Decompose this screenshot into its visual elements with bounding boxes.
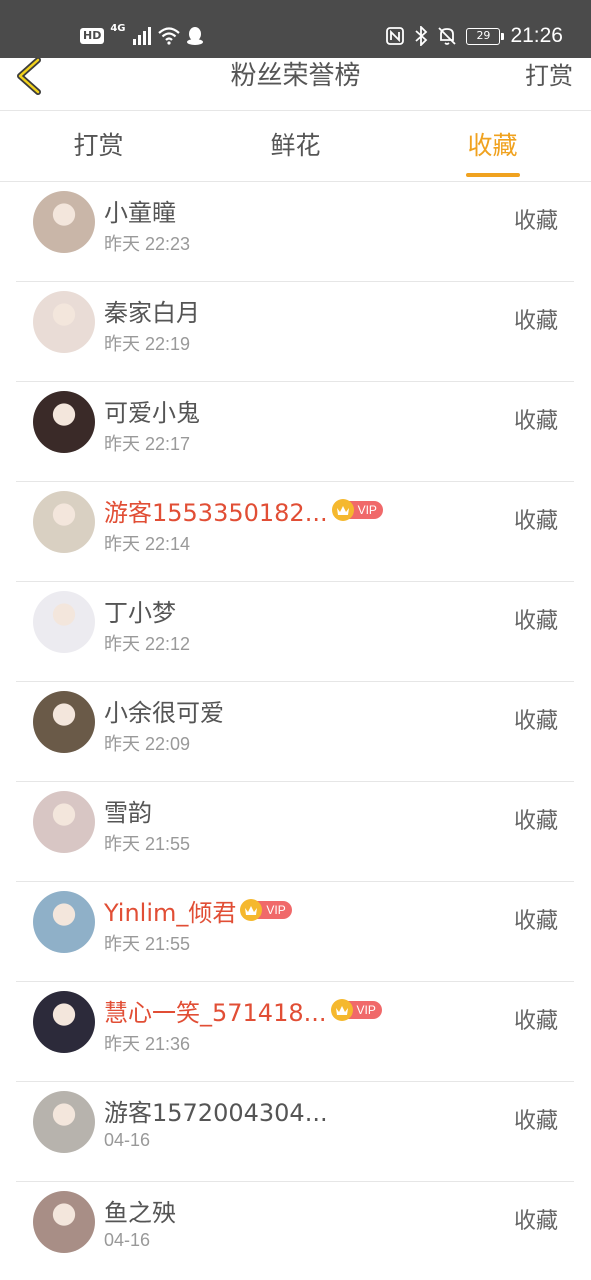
user-name: 雪韵 — [104, 798, 152, 827]
favorite-time: 04-16 — [104, 1130, 151, 1150]
avatar[interactable] — [33, 591, 95, 653]
favorite-time: 04-16 — [104, 1230, 151, 1250]
bluetooth-icon — [415, 26, 428, 46]
status-left-icons: HD 4G — [80, 22, 204, 50]
tab-label: 打赏 — [73, 131, 124, 160]
name-line: 可爱小鬼 — [104, 394, 200, 427]
vip-badge: VIP — [331, 499, 383, 521]
favorite-time: 昨天 22:09 — [104, 734, 191, 754]
favorite-status-label: 收藏 — [513, 809, 558, 834]
avatar[interactable] — [33, 391, 95, 453]
favorite-time: 昨天 22:19 — [104, 334, 191, 354]
list-item[interactable]: 雪韵昨天 21:55 收藏 — [16, 782, 574, 882]
user-name: 小余很可爱 — [104, 698, 224, 727]
crown-icon — [331, 499, 354, 521]
favorite-time: 昨天 22:12 — [104, 634, 191, 654]
avatar[interactable] — [33, 691, 95, 753]
favorite-status-label: 收藏 — [513, 1009, 558, 1034]
name-line: 游客1553350182... VIP — [104, 494, 383, 527]
tab-favorites[interactable]: 收藏 — [394, 111, 591, 181]
user-name: 慧心一笑_571418... — [104, 998, 327, 1027]
favorite-status-label: 收藏 — [513, 209, 558, 234]
list-item[interactable]: 游客1553350182... VIP 昨天 22:14 收藏 — [16, 482, 574, 582]
favorite-time: 昨天 22:17 — [104, 434, 191, 454]
name-line: 秦家白月 — [104, 294, 200, 327]
list-item[interactable]: 可爱小鬼昨天 22:17 收藏 — [16, 382, 574, 482]
user-name: 可爱小鬼 — [104, 398, 200, 427]
avatar[interactable] — [33, 891, 95, 953]
favorite-status-label: 收藏 — [513, 1209, 558, 1234]
reward-button[interactable]: 打赏 — [525, 58, 573, 94]
vip-badge: VIP — [240, 899, 292, 921]
crown-icon — [330, 999, 353, 1021]
favorite-status-label: 收藏 — [513, 309, 558, 334]
favorite-status-label: 收藏 — [513, 909, 558, 934]
wifi-icon — [157, 27, 180, 45]
page-title: 粉丝荣誉榜 — [230, 61, 361, 91]
list-item[interactable]: 秦家白月昨天 22:19 收藏 — [16, 282, 574, 382]
header: 粉丝荣誉榜 打赏 — [0, 57, 591, 110]
tab-active-indicator — [465, 173, 520, 177]
signal-icon — [132, 27, 151, 45]
list-item[interactable]: 小余很可爱昨天 22:09 收藏 — [16, 682, 574, 782]
user-name: 游客1553350182... — [104, 498, 328, 527]
nfc-icon — [386, 27, 405, 45]
user-name: 鱼之殃 — [104, 1198, 176, 1227]
fan-list: 小童瞳 昨天 22:23 收藏 秦家白月 昨天 22:19 收藏 可爱小鬼 昨天 22:17 收… — [16, 182, 574, 1280]
favorite-time: 昨天 21:36 — [104, 1034, 191, 1054]
tab-label: 收藏 — [467, 131, 518, 160]
tab-label: 鲜花 — [270, 131, 321, 160]
avatar[interactable] — [33, 191, 95, 253]
favorite-status-label: 收藏 — [513, 409, 558, 434]
name-line: 丁小梦 — [104, 594, 176, 627]
avatar[interactable] — [33, 991, 95, 1053]
user-name: 小童瞳 — [104, 198, 176, 227]
name-line: 鱼之殃 — [104, 1194, 176, 1227]
list-item[interactable]: Yinlim_倾君 VIP 昨天 21:55 收藏 — [16, 882, 574, 982]
status-time: 21:26 — [510, 24, 563, 47]
favorite-status-label: 收藏 — [513, 709, 558, 734]
tab-flowers[interactable]: 鲜花 — [197, 111, 394, 181]
favorite-time: 昨天 22:23 — [104, 234, 191, 254]
tab-reward[interactable]: 打赏 — [0, 111, 197, 181]
list-item[interactable]: 小童瞳昨天 22:23 收藏 — [16, 182, 574, 282]
avatar[interactable] — [33, 1091, 95, 1153]
status-right-icons: 29 21:26 — [386, 22, 563, 50]
hd-icon: HD — [80, 28, 105, 44]
qq-icon — [186, 27, 203, 45]
user-name: 秦家白月 — [104, 298, 200, 327]
name-line: 小童瞳 — [104, 194, 176, 227]
name-line: 慧心一笑_571418... VIP — [104, 994, 382, 1027]
list-item[interactable]: 丁小梦昨天 22:12 收藏 — [16, 582, 574, 682]
vip-badge: VIP — [330, 999, 382, 1021]
favorite-status-label: 收藏 — [513, 1109, 558, 1134]
mute-bell-icon — [438, 27, 457, 45]
list-item[interactable]: 慧心一笑_571418... VIP 昨天 21:36 收藏 — [16, 982, 574, 1082]
favorite-time: 昨天 21:55 — [104, 934, 191, 954]
name-line: 小余很可爱 — [104, 694, 224, 727]
list-item[interactable]: 鱼之殃 04-16 收藏 — [16, 1182, 574, 1280]
network-type: 4G — [110, 23, 126, 34]
list-item[interactable]: 游客1572004304... 04-16 收藏 — [16, 1082, 574, 1182]
favorite-status-label: 收藏 — [513, 509, 558, 534]
avatar[interactable] — [33, 491, 95, 553]
tab-bar: 打赏 鲜花 收藏 — [0, 111, 591, 181]
name-line: Yinlim_倾君 VIP — [104, 894, 292, 927]
avatar[interactable] — [33, 291, 95, 353]
user-name: 游客1572004304... — [104, 1098, 328, 1127]
name-line: 游客1572004304... — [104, 1094, 328, 1127]
user-name: Yinlim_倾君 — [104, 898, 237, 927]
favorite-time: 昨天 22:14 — [104, 534, 191, 554]
status-bar: HD 4G 29 21:26 — [0, 0, 591, 58]
favorite-time: 昨天 21:55 — [104, 834, 191, 854]
battery-icon: 29 — [466, 27, 505, 45]
favorite-status-label: 收藏 — [513, 609, 558, 634]
name-line: 雪韵 — [104, 794, 152, 827]
avatar[interactable] — [33, 1191, 95, 1253]
avatar[interactable] — [33, 791, 95, 853]
user-name: 丁小梦 — [104, 598, 176, 627]
